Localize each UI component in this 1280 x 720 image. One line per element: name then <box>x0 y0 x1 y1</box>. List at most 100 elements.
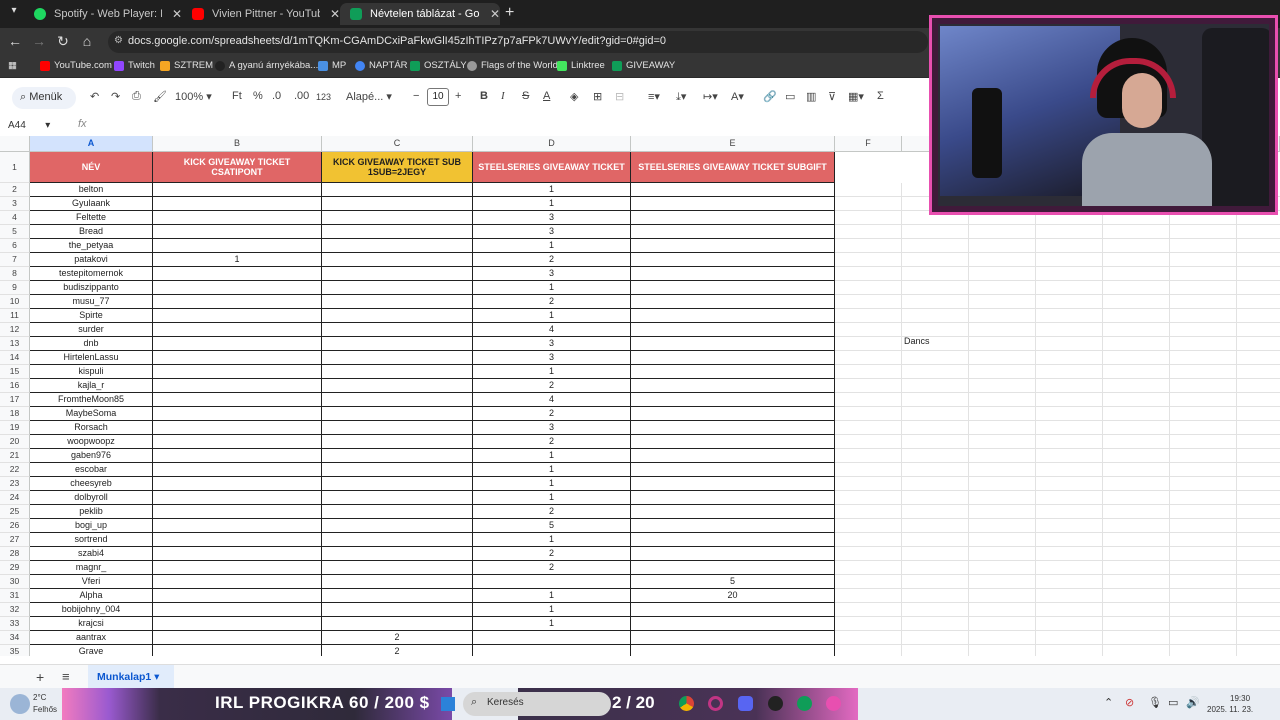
cell-c[interactable] <box>322 295 473 309</box>
cell-e[interactable] <box>631 211 835 225</box>
empty-cell[interactable] <box>1237 281 1280 295</box>
app-icon[interactable] <box>826 696 841 711</box>
empty-cell[interactable] <box>1036 337 1103 351</box>
empty-cell[interactable] <box>1103 379 1170 393</box>
empty-cell[interactable] <box>1170 617 1237 631</box>
cell-c[interactable] <box>322 351 473 365</box>
empty-cell[interactable] <box>969 435 1036 449</box>
cell-c[interactable] <box>322 617 473 631</box>
empty-cell[interactable] <box>835 211 902 225</box>
empty-cell[interactable] <box>902 589 969 603</box>
cell-a[interactable]: cheesyreb <box>30 477 153 491</box>
empty-cell[interactable] <box>1103 463 1170 477</box>
filter-views-icon[interactable]: ▦▾ <box>848 90 864 103</box>
font-size-decrease-button[interactable]: − <box>413 90 419 102</box>
empty-cell[interactable] <box>1103 505 1170 519</box>
italic-button[interactable]: I <box>501 90 505 102</box>
empty-cell[interactable] <box>902 379 969 393</box>
empty-cell[interactable] <box>1237 225 1280 239</box>
empty-cell[interactable] <box>1237 491 1280 505</box>
row-header[interactable]: 13 <box>0 337 30 351</box>
cell-e[interactable] <box>631 295 835 309</box>
cell-c[interactable] <box>322 379 473 393</box>
empty-cell[interactable] <box>1036 589 1103 603</box>
cell-d[interactable]: 2 <box>473 295 631 309</box>
cell-a[interactable]: dnb <box>30 337 153 351</box>
insert-link-icon[interactable]: 🔗 <box>763 90 777 103</box>
empty-cell[interactable] <box>1103 323 1170 337</box>
row-header[interactable]: 35 <box>0 645 30 656</box>
text-rotation-icon[interactable]: A▾ <box>731 90 744 103</box>
row-header[interactable]: 15 <box>0 365 30 379</box>
cell-c[interactable] <box>322 239 473 253</box>
empty-cell[interactable] <box>1237 449 1280 463</box>
empty-cell[interactable] <box>1170 603 1237 617</box>
empty-cell[interactable] <box>902 491 969 505</box>
cell-a[interactable]: Grave <box>30 645 153 656</box>
empty-cell[interactable] <box>902 309 969 323</box>
empty-cell[interactable] <box>1103 519 1170 533</box>
row-header[interactable]: 20 <box>0 435 30 449</box>
cell-a[interactable]: Bread <box>30 225 153 239</box>
cell-c[interactable] <box>322 463 473 477</box>
all-sheets-button[interactable]: ≡ <box>62 669 70 684</box>
empty-cell[interactable] <box>1103 533 1170 547</box>
empty-cell[interactable] <box>835 645 902 656</box>
name-box[interactable]: A44 ▾ <box>8 120 50 131</box>
empty-cell[interactable] <box>1237 337 1280 351</box>
empty-cell[interactable] <box>1237 435 1280 449</box>
empty-cell[interactable] <box>1170 477 1237 491</box>
empty-cell[interactable] <box>1170 253 1237 267</box>
bookmark-mp[interactable]: MP <box>318 60 346 71</box>
reload-icon[interactable]: ↻ <box>54 33 72 50</box>
cell-a[interactable]: magnr_ <box>30 561 153 575</box>
cell-e[interactable] <box>631 505 835 519</box>
empty-cell[interactable] <box>1103 435 1170 449</box>
empty-cell[interactable] <box>1170 435 1237 449</box>
empty-cell[interactable] <box>1103 421 1170 435</box>
empty-cell[interactable] <box>1170 463 1237 477</box>
cell-d[interactable]: 1 <box>473 183 631 197</box>
volume-icon[interactable]: 🔊 <box>1186 696 1200 709</box>
empty-cell[interactable] <box>902 421 969 435</box>
empty-cell[interactable] <box>902 225 969 239</box>
empty-cell[interactable] <box>1036 519 1103 533</box>
empty-cell[interactable] <box>1170 407 1237 421</box>
sheet-tab-munkalap1[interactable]: Munkalap1 ▾ <box>88 665 174 688</box>
empty-cell[interactable] <box>835 309 902 323</box>
cell-b[interactable] <box>153 575 322 589</box>
empty-cell[interactable] <box>1170 365 1237 379</box>
strikethrough-button[interactable]: S <box>522 90 529 102</box>
cell-c[interactable] <box>322 575 473 589</box>
empty-cell[interactable] <box>1237 561 1280 575</box>
empty-cell[interactable] <box>1237 407 1280 421</box>
empty-cell[interactable] <box>969 267 1036 281</box>
empty-cell[interactable] <box>835 505 902 519</box>
empty-cell[interactable] <box>835 603 902 617</box>
cell-e[interactable] <box>631 267 835 281</box>
cell-d[interactable]: 3 <box>473 211 631 225</box>
cell-b[interactable] <box>153 183 322 197</box>
empty-cell[interactable] <box>969 239 1036 253</box>
empty-cell[interactable] <box>902 393 969 407</box>
cell-e[interactable]: 5 <box>631 575 835 589</box>
cell-e[interactable] <box>631 393 835 407</box>
functions-icon[interactable]: Σ <box>877 90 884 102</box>
cell-d[interactable]: 1 <box>473 589 631 603</box>
cell-a[interactable]: bobijohny_004 <box>30 603 153 617</box>
cell-e[interactable] <box>631 477 835 491</box>
empty-cell[interactable] <box>969 491 1036 505</box>
bookmark-flags[interactable]: Flags of the World <box>467 60 558 71</box>
empty-cell[interactable] <box>969 393 1036 407</box>
tab-spotify[interactable]: Spotify - Web Player: Music for ✕ <box>24 3 182 25</box>
empty-cell[interactable] <box>1103 631 1170 645</box>
new-tab-button[interactable]: + <box>505 4 514 22</box>
empty-cell[interactable] <box>902 617 969 631</box>
bookmark-giveaway[interactable]: GIVEAWAY <box>612 60 675 71</box>
cell-a[interactable]: kajla_r <box>30 379 153 393</box>
currency-format-button[interactable]: Ft <box>232 90 242 102</box>
obs-icon[interactable] <box>768 696 783 711</box>
empty-cell[interactable] <box>835 337 902 351</box>
cell-c[interactable] <box>322 323 473 337</box>
cell-d[interactable]: 1 <box>473 477 631 491</box>
